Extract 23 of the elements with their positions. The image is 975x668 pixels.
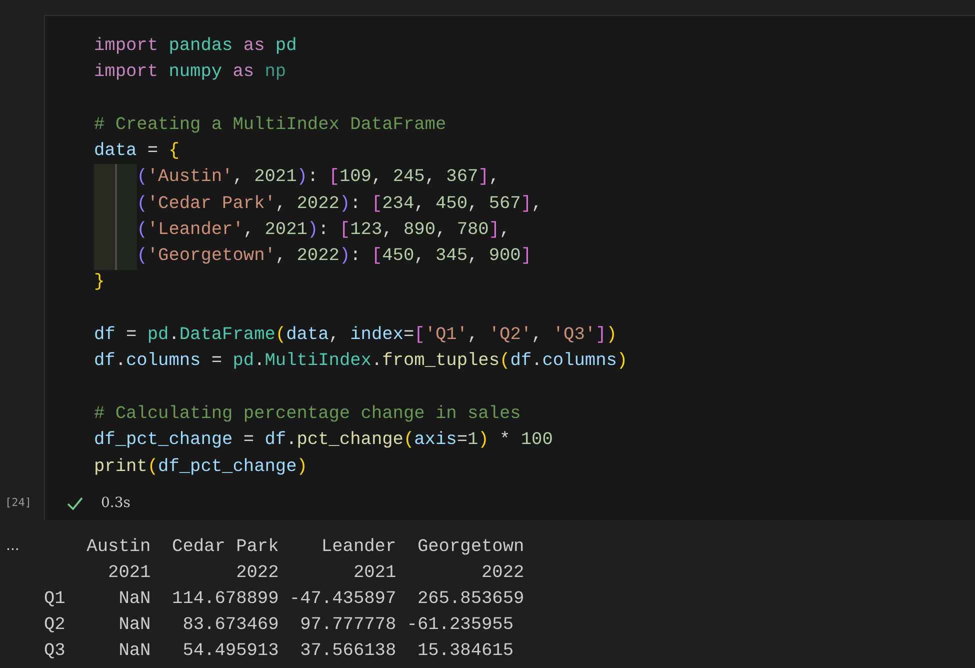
code-line: # Creating a MultiIndex DataFrame (94, 114, 446, 137)
code-line: ('Cedar Park', 2022): [234, 450, 567], (136, 192, 542, 216)
code-line: df_pct_change = df.pct_change(axis=1) * 100 (94, 429, 553, 452)
code-line: } (94, 271, 105, 294)
execution-count: [24] (5, 494, 32, 511)
code-line: df.columns = pd.MultiIndex.from_tuples(df.columns) (94, 350, 628, 374)
code-line: import pandas as pd (94, 34, 297, 58)
output-line: Austin Cedar Park Leander Georgetown (86, 536, 524, 560)
code-cell[interactable] (44, 15, 975, 520)
output-line: Q3 NaN 54.495913 37.566138 15.384615 (44, 640, 514, 664)
code-line: df = pd.DataFrame(data, index=['Q1', 'Q2', 'Q3']) (94, 324, 617, 348)
code-line: ('Austin', 2021): [109, 245, 367], (136, 166, 500, 190)
code-line: print(df_pct_change) (94, 456, 308, 479)
code-line: # Calculating percentage change in sales (94, 402, 521, 426)
execution-time: 0.3s (101, 494, 130, 513)
output-line: Q1 NaN 114.678899 -47.435897 265.853659 (44, 588, 524, 612)
code-line: import numpy as np (94, 61, 286, 84)
output-menu[interactable]: ... (6, 537, 20, 554)
output-line: 2021 2022 2021 2022 (107, 562, 524, 586)
output-line: Q2 NaN 83.673469 97.777778 -61.235955 (44, 614, 514, 638)
code-line: data = { (94, 140, 180, 163)
code-line: ('Leander', 2021): [123, 890, 780], (136, 218, 510, 242)
code-line: ('Georgetown', 2022): [450, 345, 900] (136, 245, 532, 268)
